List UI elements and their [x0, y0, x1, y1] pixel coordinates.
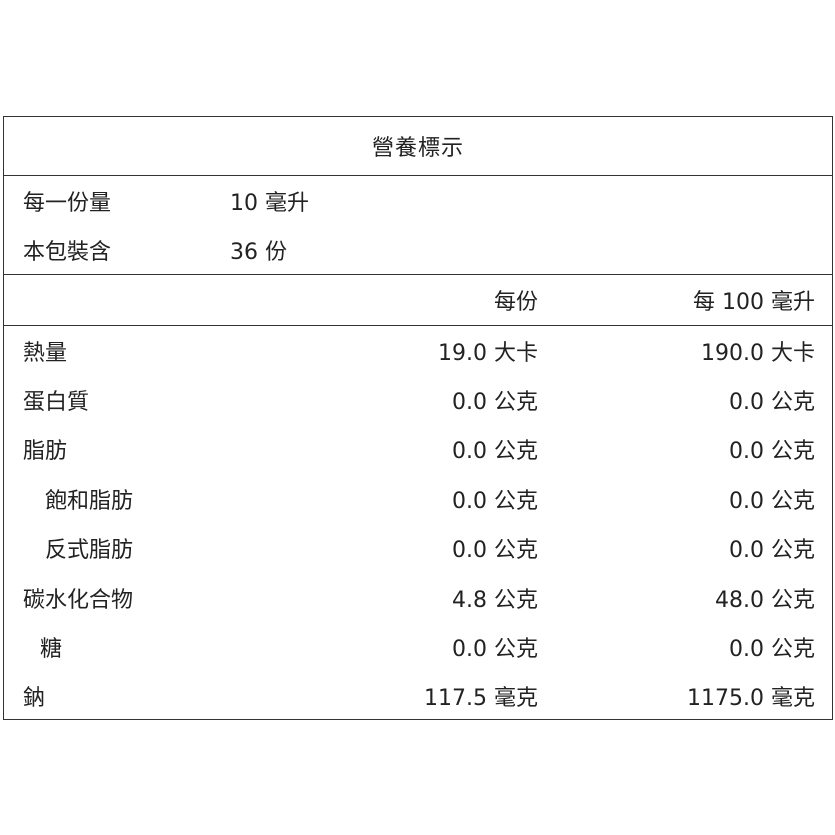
nutrient-name: 脂肪	[23, 439, 68, 465]
nutrient-name: 飽和脂肪	[45, 488, 134, 514]
serving-size-row: 每一份量 10 毫升	[4, 176, 832, 225]
nutrient-per-100ml: 1175.0 毫克	[687, 686, 815, 712]
column-header-row: 每份 每 100 毫升	[4, 275, 832, 326]
nutrient-list: 熱量 19.0 大卡 190.0 大卡 蛋白質 0.0 公克 0.0 公克 脂肪…	[4, 326, 832, 721]
nutrient-per-serving: 0.0 公克	[452, 488, 538, 514]
nutrient-per-serving: 0.0 公克	[452, 390, 538, 416]
servings-count-label: 本包裝含	[23, 239, 112, 265]
servings-per-package-row: 本包裝含 36 份	[4, 225, 832, 274]
serving-size-label: 每一份量	[23, 190, 112, 216]
nutrient-name: 熱量	[23, 340, 68, 366]
serving-info: 每一份量 10 毫升 本包裝含 36 份	[4, 176, 832, 275]
nutrient-row-fat: 脂肪 0.0 公克 0.0 公克	[4, 425, 832, 474]
nutrient-row-sodium: 鈉 117.5 毫克 1175.0 毫克	[4, 672, 832, 721]
nutrient-name: 鈉	[23, 686, 46, 712]
nutrient-name: 反式脂肪	[45, 538, 134, 564]
nutrient-per-100ml: 0.0 公克	[729, 439, 815, 465]
nutrient-name: 碳水化合物	[23, 587, 134, 613]
nutrient-per-serving: 0.0 公克	[452, 637, 538, 663]
column-header-per-serving: 每份	[493, 290, 538, 315]
label-title: 營養標示	[4, 117, 832, 176]
nutrient-name: 糖	[40, 637, 63, 663]
nutrient-per-100ml: 0.0 公克	[729, 637, 815, 663]
nutrient-per-100ml: 0.0 公克	[729, 488, 815, 514]
nutrient-per-serving: 0.0 公克	[452, 538, 538, 564]
nutrient-per-serving: 0.0 公克	[452, 439, 538, 465]
servings-count-value: 36 份	[230, 239, 287, 265]
nutrient-row-sugar: 糖 0.0 公克 0.0 公克	[4, 622, 832, 671]
nutrient-row-protein: 蛋白質 0.0 公克 0.0 公克	[4, 375, 832, 424]
nutrient-row-calories: 熱量 19.0 大卡 190.0 大卡	[4, 326, 832, 375]
nutrient-row-saturated-fat: 飽和脂肪 0.0 公克 0.0 公克	[4, 474, 832, 523]
serving-size-value: 10 毫升	[230, 190, 309, 216]
nutrition-label: 營養標示 每一份量 10 毫升 本包裝含 36 份 每份 每 100 毫升 熱量…	[3, 116, 833, 720]
nutrient-per-serving: 4.8 公克	[452, 587, 538, 613]
nutrient-per-100ml: 190.0 大卡	[701, 340, 815, 366]
nutrient-row-trans-fat: 反式脂肪 0.0 公克 0.0 公克	[4, 524, 832, 573]
nutrient-row-carbohydrate: 碳水化合物 4.8 公克 48.0 公克	[4, 573, 832, 622]
nutrient-per-100ml: 0.0 公克	[729, 390, 815, 416]
nutrient-per-serving: 117.5 毫克	[424, 686, 538, 712]
nutrient-name: 蛋白質	[23, 390, 90, 416]
nutrient-per-serving: 19.0 大卡	[438, 340, 538, 366]
column-header-per-100ml: 每 100 毫升	[693, 290, 815, 315]
nutrient-per-100ml: 48.0 公克	[715, 587, 815, 613]
nutrient-per-100ml: 0.0 公克	[729, 538, 815, 564]
